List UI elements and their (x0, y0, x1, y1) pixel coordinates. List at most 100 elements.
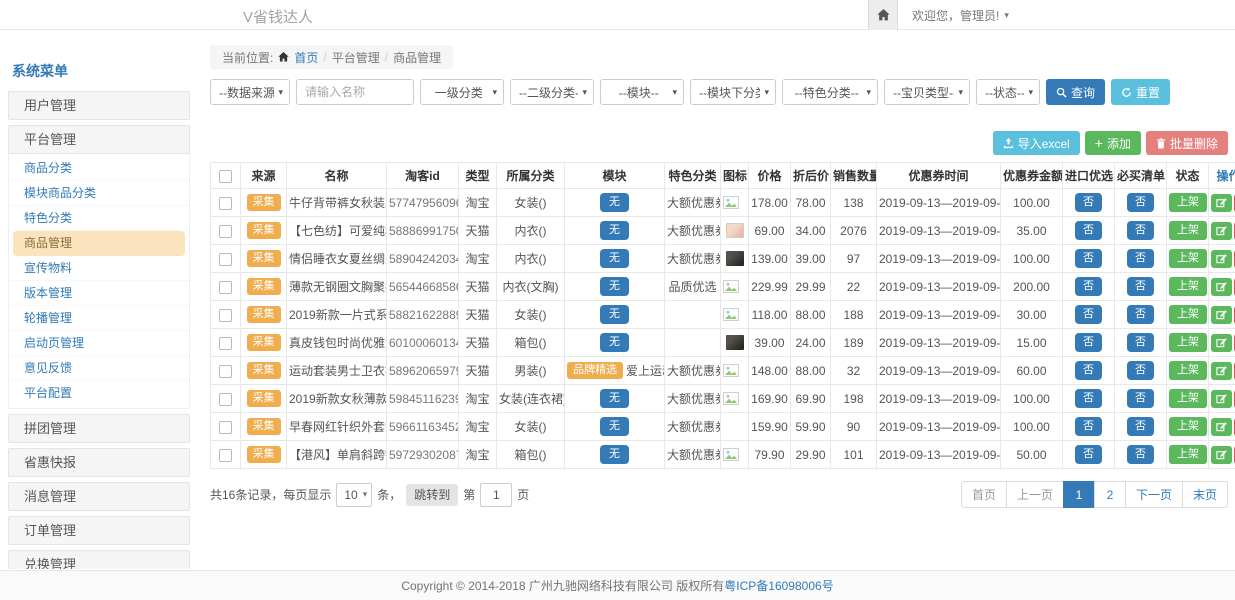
icp-link[interactable]: 粤ICP备16098006号 (724, 577, 833, 594)
status-toggle[interactable]: 上架 (1169, 417, 1207, 436)
filter-select[interactable]: --二级分类--▾ (510, 79, 594, 105)
must-buy-toggle[interactable]: 否 (1127, 305, 1154, 324)
price-cell: 159.90 (749, 413, 791, 441)
must-buy-toggle[interactable]: 否 (1127, 221, 1154, 240)
row-checkbox[interactable] (219, 365, 232, 378)
import-select-toggle[interactable]: 否 (1075, 277, 1102, 296)
home-button[interactable] (868, 0, 898, 30)
must-buy-toggle[interactable]: 否 (1127, 277, 1154, 296)
status-toggle[interactable]: 上架 (1169, 333, 1207, 352)
sidebar-item-版本管理[interactable]: 版本管理 (9, 281, 189, 306)
status-toggle[interactable]: 上架 (1169, 389, 1207, 408)
pager-首页[interactable]: 首页 (961, 481, 1007, 508)
row-checkbox[interactable] (219, 197, 232, 210)
row-checkbox[interactable] (219, 309, 232, 322)
pager-2[interactable]: 2 (1094, 481, 1126, 508)
must-buy-toggle[interactable]: 否 (1127, 333, 1154, 352)
import-select-toggle[interactable]: 否 (1075, 193, 1102, 212)
page-number-input[interactable] (480, 483, 512, 507)
filter-select[interactable]: --宝贝类型--▾ (884, 79, 970, 105)
filter-select-label: --二级分类-- (519, 84, 578, 101)
edit-button[interactable] (1211, 334, 1232, 352)
pager-末页[interactable]: 末页 (1182, 481, 1228, 508)
import-select-toggle[interactable]: 否 (1075, 249, 1102, 268)
status-toggle[interactable]: 上架 (1169, 361, 1207, 380)
filter-select[interactable]: --特色分类--▾ (782, 79, 878, 105)
pager-1[interactable]: 1 (1063, 481, 1095, 508)
import-select-toggle[interactable]: 否 (1075, 221, 1102, 240)
edit-button[interactable] (1211, 306, 1232, 324)
must-buy-toggle[interactable]: 否 (1127, 389, 1154, 408)
must-buy-toggle[interactable]: 否 (1127, 193, 1154, 212)
breadcrumb-home-link[interactable]: 首页 (294, 49, 318, 66)
import-excel-button[interactable]: 导入excel (993, 131, 1080, 155)
pager-上一页[interactable]: 上一页 (1006, 481, 1064, 508)
sidebar-group-1[interactable]: 平台管理 (8, 125, 190, 154)
edit-button[interactable] (1211, 390, 1232, 408)
sidebar-item-商品管理[interactable]: 商品管理 (13, 231, 185, 256)
status-toggle[interactable]: 上架 (1169, 249, 1207, 268)
sidebar-group-4[interactable]: 消息管理 (8, 482, 190, 511)
row-checkbox[interactable] (219, 393, 232, 406)
sidebar-item-模块商品分类[interactable]: 模块商品分类 (9, 181, 189, 206)
must-buy-toggle[interactable]: 否 (1127, 361, 1154, 380)
user-menu[interactable]: 欢迎您，管理员! ▾ (898, 0, 1023, 30)
edit-button[interactable] (1211, 446, 1232, 464)
row-checkbox[interactable] (219, 225, 232, 238)
edit-button[interactable] (1211, 278, 1232, 296)
sidebar-group-5[interactable]: 订单管理 (8, 516, 190, 545)
sidebar-item-启动页管理[interactable]: 启动页管理 (9, 331, 189, 356)
select-all-checkbox[interactable] (219, 170, 232, 183)
row-checkbox[interactable] (219, 253, 232, 266)
sidebar-item-商品分类[interactable]: 商品分类 (9, 156, 189, 181)
row-checkbox[interactable] (219, 337, 232, 350)
filter-select[interactable]: --状态--▾ (976, 79, 1040, 105)
sidebar-group-2[interactable]: 拼团管理 (8, 414, 190, 443)
sidebar-item-特色分类[interactable]: 特色分类 (9, 206, 189, 231)
sidebar-item-轮播管理[interactable]: 轮播管理 (9, 306, 189, 331)
sidebar-item-意见反馈[interactable]: 意见反馈 (9, 356, 189, 381)
sidebar-group-6[interactable]: 兑换管理 (8, 550, 190, 569)
sidebar-item-宣传物料[interactable]: 宣传物料 (9, 256, 189, 281)
must-buy-toggle[interactable]: 否 (1127, 445, 1154, 464)
sidebar-group-label: 订单管理 (24, 523, 76, 538)
status-toggle[interactable]: 上架 (1169, 277, 1207, 296)
sidebar-group-0[interactable]: 用户管理 (8, 91, 190, 120)
add-button[interactable]: + 添加 (1085, 131, 1141, 155)
edit-button[interactable] (1211, 250, 1232, 268)
must-buy-toggle[interactable]: 否 (1127, 249, 1154, 268)
status-toggle[interactable]: 上架 (1169, 221, 1207, 240)
status-toggle[interactable]: 上架 (1169, 193, 1207, 212)
import-select-toggle[interactable]: 否 (1075, 445, 1102, 464)
filter-select[interactable]: 一级分类▾ (420, 79, 504, 105)
edit-button[interactable] (1211, 194, 1232, 212)
jump-button[interactable]: 跳转到 (406, 484, 458, 506)
edit-button[interactable] (1211, 222, 1232, 240)
edit-button[interactable] (1211, 418, 1232, 436)
import-select-toggle[interactable]: 否 (1075, 389, 1102, 408)
sidebar-group-3[interactable]: 省惠快报 (8, 448, 190, 477)
edit-button[interactable] (1211, 362, 1232, 380)
reset-button[interactable]: 重置 (1111, 79, 1170, 105)
must-buy-toggle[interactable]: 否 (1127, 417, 1154, 436)
filter-select[interactable]: --模块--▾ (600, 79, 684, 105)
batch-delete-button[interactable]: 批量删除 (1146, 131, 1228, 155)
chevron-down-icon: ▾ (492, 87, 497, 98)
import-select-toggle[interactable]: 否 (1075, 305, 1102, 324)
import-select-toggle[interactable]: 否 (1075, 333, 1102, 352)
sidebar-item-平台配置[interactable]: 平台配置 (9, 381, 189, 406)
import-select-toggle[interactable]: 否 (1075, 361, 1102, 380)
name-search-input[interactable] (296, 79, 414, 105)
row-checkbox[interactable] (219, 281, 232, 294)
status-toggle[interactable]: 上架 (1169, 305, 1207, 324)
search-button[interactable]: 查询 (1046, 79, 1105, 105)
filter-select[interactable]: --数据来源--▾ (210, 79, 290, 105)
row-checkbox[interactable] (219, 421, 232, 434)
row-checkbox[interactable] (219, 449, 232, 462)
pager-下一页[interactable]: 下一页 (1125, 481, 1183, 508)
per-page-select[interactable]: 10 ▾ (336, 483, 372, 507)
import-select-toggle[interactable]: 否 (1075, 417, 1102, 436)
sales-cell: 32 (831, 357, 877, 385)
filter-select[interactable]: --模块下分类--▾ (690, 79, 776, 105)
status-toggle[interactable]: 上架 (1169, 445, 1207, 464)
